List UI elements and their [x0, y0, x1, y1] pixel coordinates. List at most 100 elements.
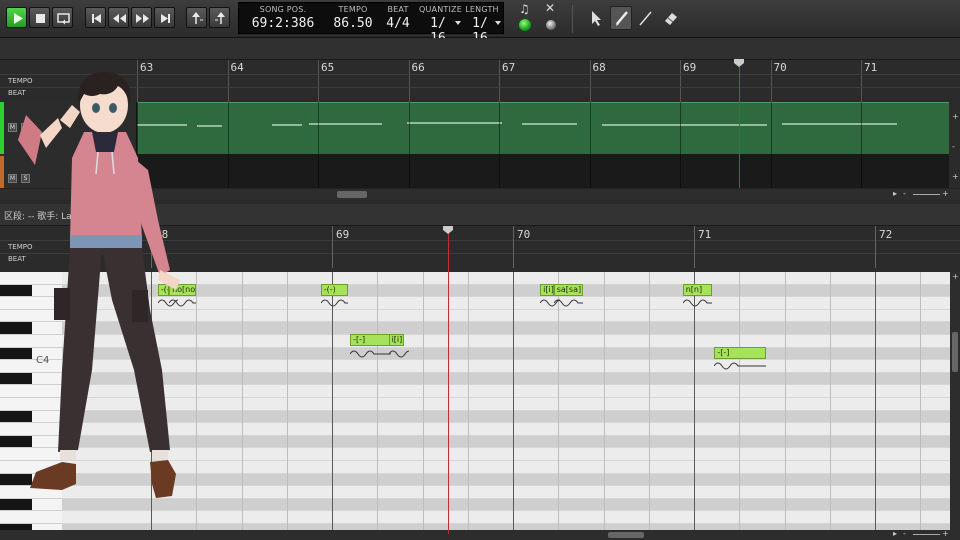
beat-line [286, 272, 288, 534]
editor-scroll-right-icon[interactable]: ▸ [893, 529, 897, 538]
vibrato-curve [350, 350, 391, 358]
scroll-down-icon [215, 12, 225, 24]
play-icon [14, 13, 23, 24]
arranger-zoom-in-icon[interactable]: + [942, 189, 949, 198]
loop-icon [57, 13, 70, 25]
quantize-label: QUANTIZE [419, 5, 462, 14]
length-label: LENGTH [465, 5, 499, 14]
arranger-measure-line [770, 102, 772, 188]
arranger-measure-number: 65 [321, 61, 335, 74]
eraser-tool-button[interactable] [661, 8, 681, 28]
beat-line [422, 272, 424, 534]
arranger-titlebar [0, 38, 960, 60]
stop-button[interactable] [29, 7, 50, 28]
vibrato-curve [714, 362, 767, 370]
pencil-tool-button[interactable] [610, 6, 632, 30]
arranger-measure-number: 66 [411, 61, 425, 74]
empty-track-lane[interactable] [137, 154, 949, 188]
fast-forward-icon [136, 14, 149, 23]
song-pos-value[interactable]: 69:2:386 [247, 16, 319, 31]
editor-measure-number: 71 [698, 228, 712, 241]
note-block[interactable]: i[i] [388, 334, 405, 346]
arranger-scroll-right-icon[interactable]: ▸ [893, 189, 897, 198]
go-start-button[interactable] [85, 7, 106, 28]
arranger-measure-number: 67 [502, 61, 516, 74]
song-pos-label: SONG POS. [259, 5, 307, 14]
note-block[interactable]: -[-] [714, 346, 767, 359]
editor-vertical-scrollbar[interactable]: + [950, 272, 960, 534]
beat-line [603, 272, 605, 534]
editor-zoom-in-icon[interactable]: + [942, 529, 949, 538]
note-block[interactable]: sa[sa] [553, 283, 584, 296]
line-tool-button[interactable] [636, 8, 656, 28]
note-block[interactable]: -(-) [320, 283, 348, 296]
arranger-measure-line [589, 102, 591, 188]
character-model-overlay [18, 72, 180, 498]
pointer-tool-icon [592, 11, 601, 26]
vocal-part-lane[interactable] [137, 102, 949, 154]
vocaloid-editor-window: SONG POS. 69:2:386 TEMPO 86.50 BEAT 4/4 … [0, 0, 960, 540]
beat-label: BEAT [387, 5, 409, 14]
vibrato-curve [320, 299, 348, 307]
beat-line [648, 272, 650, 534]
measure-line [694, 272, 695, 534]
line-tool-icon [639, 11, 652, 26]
measure-line [875, 272, 876, 534]
record-led-icon[interactable] [546, 20, 556, 30]
quantize-dropdown-icon[interactable] [455, 21, 461, 25]
measure-line [513, 272, 514, 534]
arranger-measure-line [861, 102, 862, 188]
stop-icon [36, 14, 45, 23]
pointer-tool-button[interactable] [586, 8, 606, 28]
editor-zoom-out-icon[interactable]: - [903, 529, 906, 538]
arranger-measure-line [227, 102, 229, 188]
scroll-up-icon [192, 12, 203, 24]
arranger-zoom-out-icon[interactable]: - [903, 189, 906, 198]
beat-line [829, 272, 831, 534]
arranger-measure-number: 71 [864, 61, 878, 74]
beat-line [241, 272, 243, 534]
music-note-icon[interactable]: ♫ [519, 2, 530, 16]
metronome-led-icon[interactable] [519, 19, 531, 31]
arranger-measure-line [499, 102, 500, 188]
beat-line [467, 272, 469, 534]
scroll-down-button[interactable] [209, 7, 230, 28]
vibrato-curve [388, 350, 409, 358]
arranger-measure-number: 68 [592, 61, 606, 74]
arranger-measure-number: 64 [230, 61, 244, 74]
tools-icon[interactable]: ✕ [545, 1, 555, 15]
tempo-value[interactable]: 86.50 [327, 16, 379, 31]
rewind-button[interactable] [108, 7, 129, 28]
arranger-scroll-thumb[interactable] [337, 191, 367, 198]
note-block[interactable]: i[i] [540, 283, 554, 296]
beat-line [784, 272, 786, 534]
vibrato-curve [682, 299, 713, 307]
play-button[interactable] [6, 7, 27, 28]
arranger-measure-number: 69 [683, 61, 697, 74]
editor-measure-number: 69 [336, 228, 350, 241]
note-block[interactable]: n[n] [682, 283, 713, 296]
editor-hscroll-thumb[interactable] [608, 532, 644, 538]
note-block[interactable]: -[-] [350, 334, 391, 346]
arranger-measure-line [408, 102, 410, 188]
beat-value[interactable]: 4/4 [383, 16, 413, 31]
toolbar: SONG POS. 69:2:386 TEMPO 86.50 BEAT 4/4 … [0, 0, 960, 46]
measure-line [332, 272, 333, 534]
editor-measure-number: 72 [879, 228, 893, 241]
arranger-playhead[interactable] [739, 64, 740, 188]
toolbar-separator [572, 5, 573, 33]
loop-button[interactable] [52, 7, 73, 28]
go-end-button[interactable] [154, 7, 175, 28]
arranger-measure-number: 70 [773, 61, 787, 74]
beat-line [377, 272, 379, 534]
editor-playhead[interactable] [448, 230, 449, 534]
arranger-measure-line [680, 102, 681, 188]
editor-vscroll-thumb[interactable] [952, 332, 958, 372]
length-dropdown-icon[interactable] [495, 21, 501, 25]
arranger-measure-line [318, 102, 319, 188]
arranger-zoom-strip[interactable]: + - + [949, 102, 960, 188]
skip-start-icon [92, 14, 101, 23]
eraser-tool-icon [665, 13, 677, 25]
fast-forward-button[interactable] [131, 7, 152, 28]
scroll-up-button[interactable] [186, 7, 207, 28]
